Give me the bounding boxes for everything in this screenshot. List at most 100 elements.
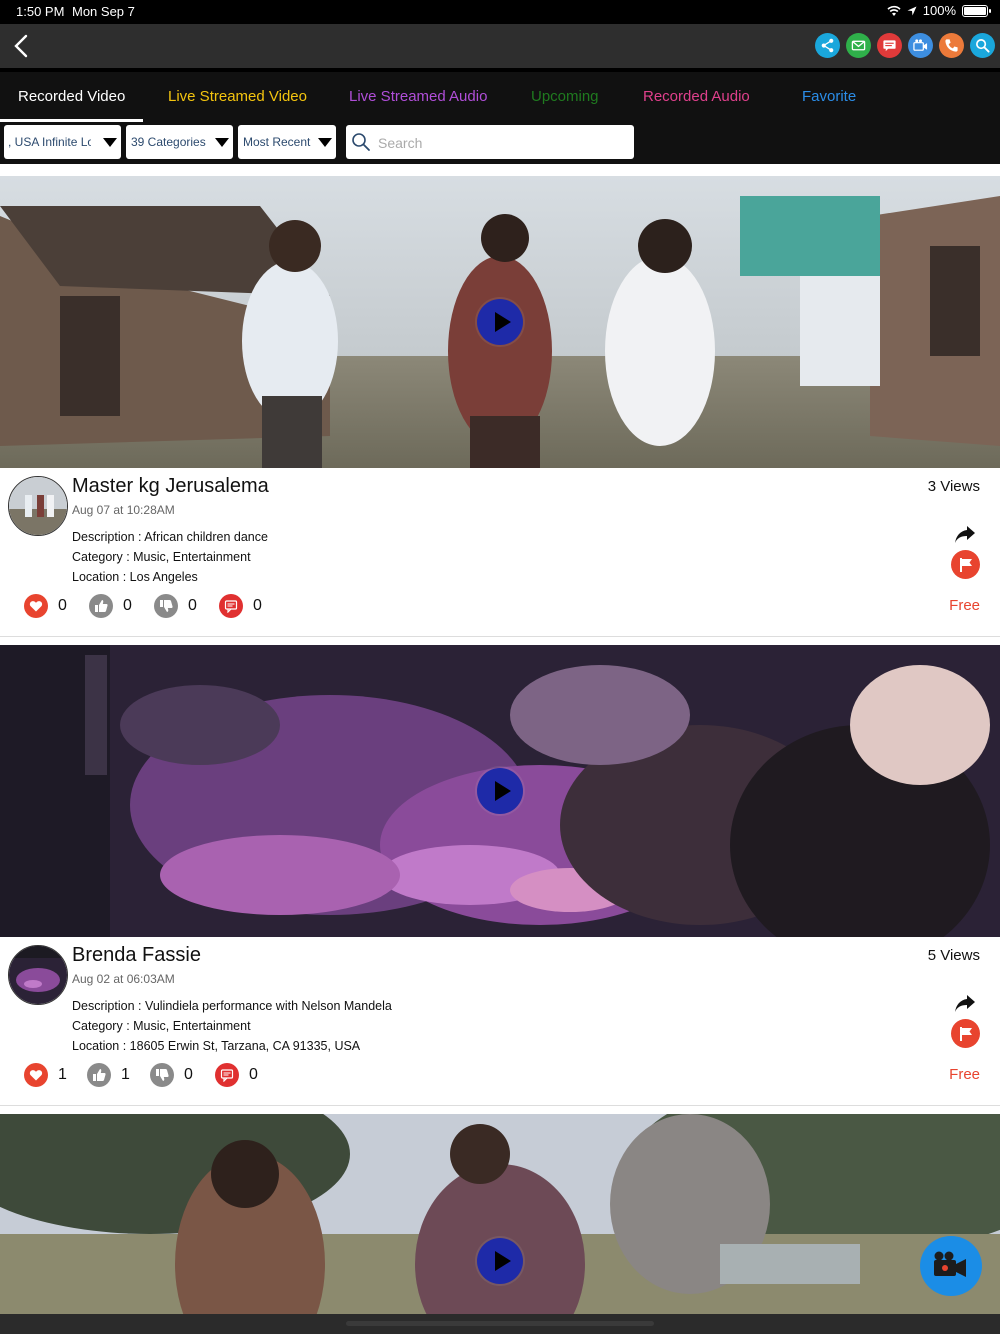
- video-call-icon: [913, 39, 928, 51]
- likes-count: 1: [58, 1066, 67, 1083]
- price-label: Free: [949, 597, 980, 614]
- thumbs-up-icon[interactable]: [87, 1063, 111, 1087]
- video-info: Brenda Fassie Aug 02 at 06:03AM Descript…: [0, 937, 1000, 1106]
- tab-bar: Recorded Video Live Streamed Video Live …: [0, 72, 1000, 122]
- record-video-fab[interactable]: [920, 1236, 982, 1296]
- email-icon: [851, 40, 866, 51]
- chat-icon: [883, 40, 896, 52]
- video-call-button[interactable]: [908, 33, 933, 58]
- video-title[interactable]: Master kg Jerusalema: [72, 475, 269, 498]
- sort-dropdown[interactable]: Most Recent: [238, 125, 336, 159]
- tab-favorite[interactable]: Favorite: [802, 72, 856, 122]
- flag-icon: [959, 557, 972, 572]
- price-label: Free: [949, 1066, 980, 1083]
- nav-bar: [0, 24, 1000, 72]
- video-thumbnail[interactable]: [0, 176, 1000, 468]
- thumbnail-image: [0, 1114, 1000, 1324]
- thumbs-up-stat[interactable]: 1: [87, 1063, 130, 1087]
- play-button[interactable]: [477, 299, 523, 345]
- tab-recorded-audio[interactable]: Recorded Audio: [643, 72, 750, 122]
- search-box: [346, 125, 634, 159]
- comments-stat[interactable]: 0: [215, 1063, 258, 1087]
- comments-count: 0: [253, 597, 262, 614]
- share-button[interactable]: [815, 33, 840, 58]
- play-button[interactable]: [477, 1238, 523, 1284]
- tab-live-streamed-audio[interactable]: Live Streamed Audio: [349, 72, 487, 122]
- video-date: Aug 07 at 10:28AM: [72, 503, 175, 517]
- video-location: Location : 18605 Erwin St, Tarzana, CA 9…: [72, 1039, 361, 1053]
- video-description: Description : African children dance: [72, 530, 268, 544]
- view-count: 3 Views: [927, 478, 980, 495]
- status-date: Mon Sep 7: [72, 4, 135, 19]
- search-input[interactable]: [376, 131, 630, 155]
- share-arrow-icon[interactable]: [954, 993, 976, 1013]
- nav-actions: [815, 33, 995, 58]
- category-dropdown-value: 39 Categories: [131, 135, 206, 149]
- comment-icon[interactable]: [219, 594, 243, 618]
- video-category: Category : Music, Entertainment: [72, 550, 251, 564]
- video-description: Description : Vulindiela performance wit…: [72, 999, 392, 1013]
- chevron-down-icon: [318, 138, 332, 147]
- search-button[interactable]: [970, 33, 995, 58]
- video-location: Location : Los Angeles: [72, 570, 198, 584]
- sort-dropdown-value: Most Recent: [243, 135, 311, 149]
- tab-recorded-video[interactable]: Recorded Video: [0, 72, 144, 122]
- thumbs-up-stat[interactable]: 0: [89, 594, 132, 618]
- report-flag-button[interactable]: [951, 550, 980, 579]
- video-camera-icon: [934, 1251, 966, 1277]
- battery-percent: 100%: [922, 3, 956, 18]
- avatar-image: [9, 477, 67, 535]
- comment-icon[interactable]: [215, 1063, 239, 1087]
- thumbs-up-count: 0: [123, 597, 132, 614]
- battery-icon: [962, 4, 991, 17]
- video-card: [0, 1114, 1000, 1324]
- tab-upcoming[interactable]: Upcoming: [531, 72, 599, 122]
- avatar-image: [9, 946, 67, 1004]
- avatar[interactable]: [8, 945, 68, 1005]
- location-dropdown[interactable]: , USA Infinite Loop: [4, 125, 121, 159]
- thumbs-down-count: 0: [184, 1066, 193, 1083]
- play-button[interactable]: [477, 768, 523, 814]
- status-bar: 1:50 PM Mon Sep 7 100%: [0, 0, 1000, 24]
- email-button[interactable]: [846, 33, 871, 58]
- comments-count: 0: [249, 1066, 258, 1083]
- report-flag-button[interactable]: [951, 1019, 980, 1048]
- video-feed: Master kg Jerusalema Aug 07 at 10:28AM D…: [0, 164, 1000, 1324]
- thumbs-down-icon[interactable]: [150, 1063, 174, 1087]
- heart-icon[interactable]: [24, 1063, 48, 1087]
- view-count: 5 Views: [927, 947, 980, 964]
- search-icon: [352, 133, 370, 151]
- thumbs-down-count: 0: [188, 597, 197, 614]
- status-indicators: 100%: [887, 3, 991, 18]
- comments-stat[interactable]: 0: [219, 594, 262, 618]
- video-card: Master kg Jerusalema Aug 07 at 10:28AM D…: [0, 176, 1000, 637]
- thumbs-down-icon[interactable]: [154, 594, 178, 618]
- thumbs-down-stat[interactable]: 0: [150, 1063, 193, 1087]
- share-arrow-icon[interactable]: [954, 524, 976, 544]
- phone-button[interactable]: [939, 33, 964, 58]
- video-card: Brenda Fassie Aug 02 at 06:03AM Descript…: [0, 645, 1000, 1106]
- video-title[interactable]: Brenda Fassie: [72, 944, 201, 967]
- location-arrow-icon: [907, 6, 917, 15]
- chevron-down-icon: [103, 138, 117, 147]
- home-indicator[interactable]: [346, 1321, 654, 1326]
- likes-stat[interactable]: 1: [24, 1063, 67, 1087]
- video-thumbnail[interactable]: [0, 1114, 1000, 1324]
- avatar[interactable]: [8, 476, 68, 536]
- flag-icon: [959, 1026, 972, 1041]
- share-icon: [821, 38, 834, 53]
- location-dropdown-value: , USA Infinite Loop: [8, 135, 108, 149]
- thumbs-up-icon[interactable]: [89, 594, 113, 618]
- home-bar: [0, 1314, 1000, 1334]
- back-arrow-icon[interactable]: [8, 30, 34, 62]
- heart-icon[interactable]: [24, 594, 48, 618]
- video-thumbnail[interactable]: [0, 645, 1000, 937]
- likes-count: 0: [58, 597, 67, 614]
- thumbs-down-stat[interactable]: 0: [154, 594, 197, 618]
- chat-button[interactable]: [877, 33, 902, 58]
- search-icon: [976, 39, 990, 53]
- category-dropdown[interactable]: 39 Categories: [126, 125, 233, 159]
- likes-stat[interactable]: 0: [24, 594, 67, 618]
- wifi-icon: [887, 5, 901, 16]
- tab-live-streamed-video[interactable]: Live Streamed Video: [168, 72, 307, 122]
